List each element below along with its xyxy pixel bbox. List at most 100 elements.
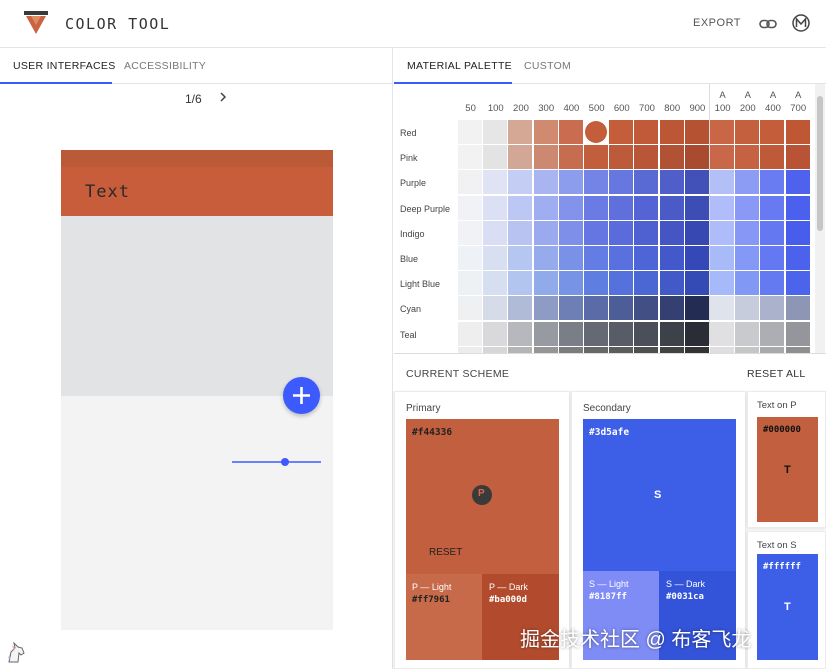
palette-swatch[interactable] xyxy=(533,296,558,321)
palette-swatch[interactable] xyxy=(558,246,583,270)
text-on-primary-swatch[interactable]: #000000 T xyxy=(757,417,818,522)
palette-swatch[interactable] xyxy=(458,220,482,245)
link-icon[interactable] xyxy=(758,14,778,34)
palette-swatch[interactable] xyxy=(735,246,760,270)
palette-swatch[interactable] xyxy=(659,195,684,220)
palette-swatch[interactable] xyxy=(609,346,634,353)
palette-swatch[interactable] xyxy=(483,145,508,170)
tab-material-palette[interactable]: MATERIAL PALETTE xyxy=(394,48,512,84)
palette-swatch[interactable] xyxy=(533,195,558,220)
palette-swatch[interactable] xyxy=(684,220,709,245)
palette-swatch[interactable] xyxy=(483,296,508,321)
palette-swatch[interactable] xyxy=(735,170,760,195)
palette-swatch[interactable] xyxy=(659,321,684,346)
palette-swatch[interactable] xyxy=(609,195,634,220)
palette-swatch[interactable] xyxy=(684,321,709,346)
palette-swatch[interactable] xyxy=(508,296,533,321)
palette-swatch[interactable] xyxy=(634,145,659,170)
palette-swatch[interactable] xyxy=(458,120,482,144)
primary-reset-button[interactable]: RESET xyxy=(429,547,462,558)
secondary-color-swatch[interactable]: #3d5afe S xyxy=(583,419,736,571)
palette-swatch[interactable] xyxy=(533,271,558,296)
palette-swatch[interactable] xyxy=(735,346,760,353)
palette-swatch[interactable] xyxy=(584,170,608,195)
palette-swatch[interactable] xyxy=(609,246,634,270)
palette-swatch[interactable] xyxy=(760,195,785,220)
palette-swatch[interactable] xyxy=(458,246,482,270)
palette-swatch[interactable] xyxy=(760,346,785,353)
palette-swatch[interactable] xyxy=(558,145,583,170)
palette-swatch[interactable] xyxy=(760,246,785,270)
palette-swatch[interactable] xyxy=(785,195,810,220)
palette-swatch[interactable] xyxy=(710,145,734,170)
palette-swatch[interactable] xyxy=(659,296,684,321)
palette-swatch[interactable] xyxy=(533,246,558,270)
palette-swatch[interactable] xyxy=(483,120,508,144)
palette-swatch[interactable] xyxy=(508,246,533,270)
palette-swatch[interactable] xyxy=(458,170,482,195)
palette-swatch[interactable] xyxy=(584,271,608,296)
palette-swatch[interactable] xyxy=(458,346,482,353)
palette-swatch[interactable] xyxy=(785,346,810,353)
palette-swatch[interactable] xyxy=(785,321,810,346)
palette-swatch[interactable] xyxy=(508,220,533,245)
palette-swatch[interactable] xyxy=(684,170,709,195)
palette-swatch[interactable] xyxy=(508,321,533,346)
palette-swatch[interactable] xyxy=(634,220,659,245)
palette-swatch[interactable] xyxy=(659,246,684,270)
palette-swatch[interactable] xyxy=(785,246,810,270)
palette-swatch[interactable] xyxy=(735,271,760,296)
palette-swatch[interactable] xyxy=(533,120,558,144)
palette-swatch[interactable] xyxy=(483,346,508,353)
palette-swatch[interactable] xyxy=(533,321,558,346)
palette-scroll-thumb[interactable] xyxy=(817,96,823,231)
palette-swatch[interactable] xyxy=(735,120,760,144)
palette-swatch[interactable] xyxy=(634,296,659,321)
palette-swatch[interactable] xyxy=(760,220,785,245)
palette-swatch[interactable] xyxy=(458,145,482,170)
palette-swatch[interactable] xyxy=(533,170,558,195)
palette-swatch[interactable] xyxy=(458,296,482,321)
palette-swatch[interactable] xyxy=(785,120,810,144)
palette-swatch[interactable] xyxy=(710,220,734,245)
palette-swatch[interactable] xyxy=(584,220,608,245)
palette-swatch[interactable] xyxy=(760,296,785,321)
palette-swatch[interactable] xyxy=(684,271,709,296)
palette-swatch[interactable] xyxy=(558,120,583,144)
palette-swatch[interactable] xyxy=(634,271,659,296)
palette-swatch[interactable] xyxy=(483,195,508,220)
palette-swatch[interactable] xyxy=(634,120,659,144)
palette-swatch[interactable] xyxy=(785,170,810,195)
palette-swatch[interactable] xyxy=(735,321,760,346)
palette-swatch[interactable] xyxy=(584,321,608,346)
palette-swatch[interactable] xyxy=(558,346,583,353)
color-tool-logo-icon[interactable] xyxy=(24,11,48,35)
palette-swatch[interactable] xyxy=(659,346,684,353)
palette-swatch[interactable] xyxy=(508,195,533,220)
palette-swatch[interactable] xyxy=(684,195,709,220)
palette-swatch[interactable] xyxy=(785,145,810,170)
palette-swatch[interactable] xyxy=(609,170,634,195)
palette-swatch[interactable] xyxy=(760,170,785,195)
palette-swatch[interactable] xyxy=(735,195,760,220)
palette-swatch[interactable] xyxy=(710,321,734,346)
palette-swatch[interactable] xyxy=(483,321,508,346)
export-button[interactable]: EXPORT xyxy=(693,17,741,29)
tab-custom[interactable]: CUSTOM xyxy=(511,48,584,84)
primary-light-swatch[interactable]: P — Light #ff7961 xyxy=(406,574,482,660)
palette-swatch[interactable] xyxy=(458,321,482,346)
palette-swatch[interactable] xyxy=(533,145,558,170)
palette-swatch[interactable] xyxy=(760,321,785,346)
palette-swatch[interactable] xyxy=(760,145,785,170)
palette-swatch[interactable] xyxy=(584,296,608,321)
palette-swatch[interactable] xyxy=(659,120,684,144)
palette-swatch[interactable] xyxy=(609,296,634,321)
palette-swatch[interactable] xyxy=(710,296,734,321)
palette-swatch[interactable] xyxy=(609,145,634,170)
palette-swatch[interactable] xyxy=(508,346,533,353)
palette-swatch[interactable] xyxy=(659,145,684,170)
palette-swatch[interactable] xyxy=(710,271,734,296)
palette-swatch[interactable] xyxy=(735,296,760,321)
palette-swatch[interactable] xyxy=(684,296,709,321)
palette-swatch[interactable] xyxy=(785,271,810,296)
